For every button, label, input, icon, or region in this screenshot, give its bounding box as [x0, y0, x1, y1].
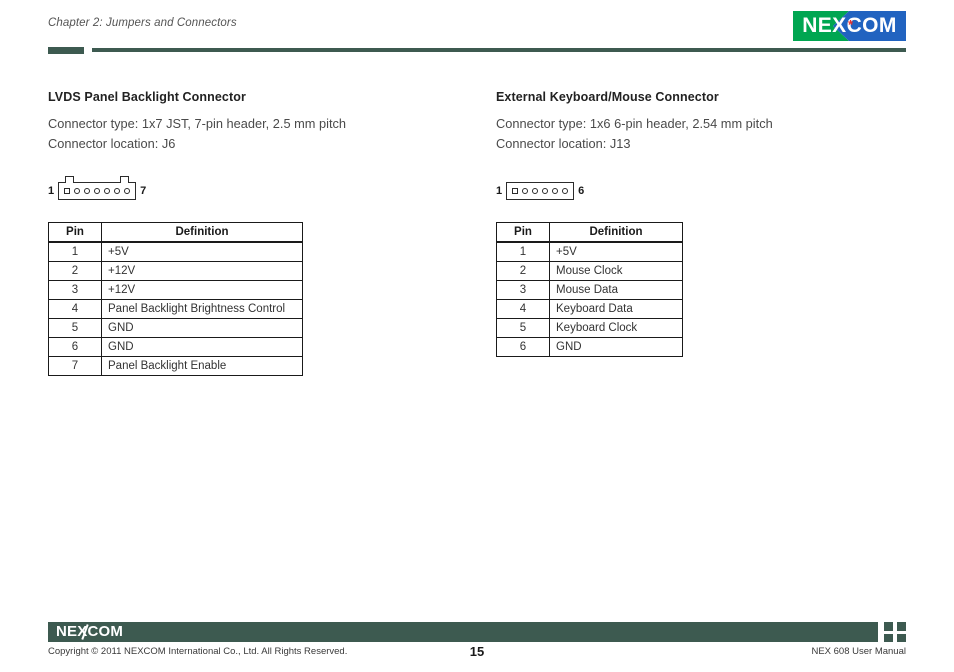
table-row: 4 Panel Backlight Brightness Control: [48, 299, 303, 319]
cell-definition: +12V: [101, 261, 303, 281]
pin-end-label: 6: [578, 185, 585, 197]
cell-pin: 4: [48, 299, 102, 319]
cell-definition: Mouse Clock: [549, 261, 683, 281]
pin-end-label: 7: [140, 185, 147, 197]
page-header: Chapter 2: Jumpers and Connectors NEXCOM…: [0, 0, 954, 70]
cell-pin: 2: [48, 261, 102, 281]
pin-start-label: 1: [496, 185, 503, 197]
cell-definition: Keyboard Data: [549, 299, 683, 319]
section-title: LVDS Panel Backlight Connector: [48, 90, 246, 104]
table-row: 1 +5V: [48, 241, 303, 262]
pin-marker-6: [562, 188, 569, 194]
cell-definition: +5V: [549, 241, 683, 262]
cell-definition: +12V: [101, 280, 303, 300]
connector-location: Connector location: J13: [496, 136, 631, 151]
header-divider-block: [48, 47, 84, 54]
cell-pin: 5: [48, 318, 102, 338]
column-header-pin: Pin: [48, 222, 102, 243]
pin-marker-2: [522, 188, 529, 194]
pin-start-label: 1: [48, 185, 55, 197]
header-divider: [48, 47, 906, 54]
cell-pin: 1: [48, 241, 102, 262]
cell-definition: Panel Backlight Enable: [101, 356, 303, 376]
connector-pinout-diagram: 1 6: [496, 174, 916, 200]
cell-definition: Mouse Data: [549, 280, 683, 300]
cell-pin: 3: [496, 280, 550, 300]
footer-bar: NEXCOM: [48, 622, 878, 642]
nexcom-logo: NEXCOM *: [793, 11, 906, 41]
cell-pin: 7: [48, 356, 102, 376]
connector-body: [506, 182, 575, 200]
decoration-square-top-right: [897, 622, 906, 631]
cell-pin: 3: [48, 280, 102, 300]
pin-marker-4: [94, 188, 101, 194]
cell-definition: Panel Backlight Brightness Control: [101, 299, 303, 319]
cell-definition: Keyboard Clock: [549, 318, 683, 338]
pin-marker-3: [84, 188, 91, 194]
pin-definition-table: Pin Definition 1 +5V 2 +12V 3 +12V 4 Pan…: [48, 222, 303, 376]
header-divider-line: [92, 48, 906, 52]
table-row: 4 Keyboard Data: [496, 299, 683, 319]
cell-pin: 2: [496, 261, 550, 281]
table-row: 6 GND: [496, 337, 683, 357]
column-header-definition: Definition: [549, 222, 683, 243]
pin-marker-2: [74, 188, 81, 194]
pin-definition-table: Pin Definition 1 +5V 2 Mouse Clock 3 Mou…: [496, 222, 683, 357]
table-header-row: Pin Definition: [48, 222, 303, 243]
connector-pinout-diagram: 1 7: [48, 174, 468, 200]
cell-definition: GND: [101, 318, 303, 338]
column-header-definition: Definition: [101, 222, 303, 243]
page-footer: NEXCOM Copyright © 2011 NEXCOM Internati…: [0, 618, 954, 672]
cell-pin: 6: [496, 337, 550, 357]
logo-star-icon: *: [847, 17, 854, 32]
section-external-keyboard-mouse: External Keyboard/Mouse Connector Connec…: [496, 90, 916, 357]
decoration-square-bottom-left: [884, 634, 893, 642]
pin-marker-1: [64, 188, 71, 194]
pin-marker-5: [104, 188, 111, 194]
cell-definition: GND: [101, 337, 303, 357]
pin-marker-1: [512, 188, 519, 194]
table-row: 1 +5V: [496, 241, 683, 262]
table-row: 5 GND: [48, 318, 303, 338]
cell-pin: 1: [496, 241, 550, 262]
decoration-square-top-left: [884, 622, 893, 631]
table-row: 2 +12V: [48, 261, 303, 281]
cell-pin: 5: [496, 318, 550, 338]
table-row: 6 GND: [48, 337, 303, 357]
cell-definition: GND: [549, 337, 683, 357]
connector-body: [58, 176, 137, 200]
footer-decoration-squares: [884, 622, 908, 642]
table-row: 2 Mouse Clock: [496, 261, 683, 281]
pin-marker-7: [124, 188, 131, 194]
pin-marker-6: [114, 188, 121, 194]
connector-tab-right: [120, 176, 130, 183]
connector-type: Connector type: 1x6 6-pin header, 2.54 m…: [496, 116, 773, 131]
table-row: 3 +12V: [48, 280, 303, 300]
decoration-square-bottom-right: [897, 634, 906, 642]
pin-marker-3: [532, 188, 539, 194]
table-row: 5 Keyboard Clock: [496, 318, 683, 338]
connector-location: Connector location: J6: [48, 136, 176, 151]
table-header-row: Pin Definition: [496, 222, 683, 243]
connector-tab-left: [65, 176, 75, 183]
column-header-pin: Pin: [496, 222, 550, 243]
table-row: 7 Panel Backlight Enable: [48, 356, 303, 376]
footer-logo-wordmark: NEXCOM: [56, 623, 124, 640]
table-row: 3 Mouse Data: [496, 280, 683, 300]
cell-pin: 4: [496, 299, 550, 319]
manual-name: NEX 608 User Manual: [811, 646, 906, 657]
section-lvds-panel-backlight: LVDS Panel Backlight Connector Connector…: [48, 90, 468, 376]
section-title: External Keyboard/Mouse Connector: [496, 90, 719, 104]
cell-pin: 6: [48, 337, 102, 357]
pin-marker-4: [542, 188, 549, 194]
chapter-label: Chapter 2: Jumpers and Connectors: [48, 17, 237, 29]
cell-definition: +5V: [101, 241, 303, 262]
pin-marker-5: [552, 188, 559, 194]
connector-type: Connector type: 1x7 JST, 7-pin header, 2…: [48, 116, 347, 131]
